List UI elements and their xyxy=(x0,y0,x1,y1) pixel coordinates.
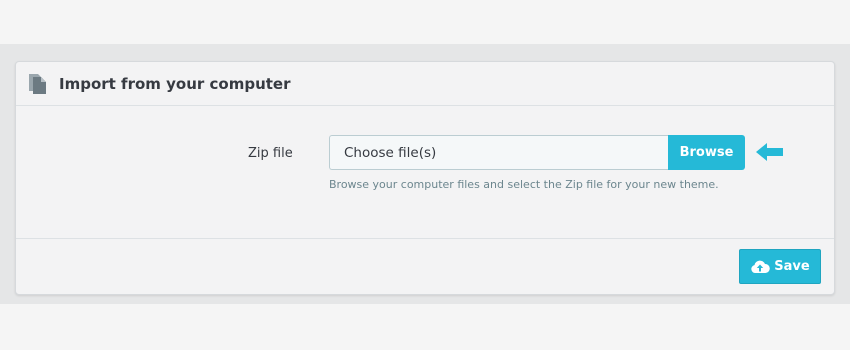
save-label: Save xyxy=(774,259,810,274)
zip-file-label: Zip file xyxy=(248,146,293,161)
arrow-left-icon xyxy=(756,143,783,161)
panel-footer: Save xyxy=(16,238,834,294)
panel-title: Import from your computer xyxy=(59,75,291,93)
save-button[interactable]: Save xyxy=(739,249,821,284)
panel-header: Import from your computer xyxy=(16,62,834,106)
cloud-upload-icon xyxy=(751,260,771,273)
help-text: Browse your computer files and select th… xyxy=(329,178,719,191)
import-panel: Import from your computer Zip file Choos… xyxy=(15,61,835,295)
browse-button[interactable]: Browse xyxy=(668,135,745,170)
file-input[interactable]: Choose file(s) xyxy=(329,135,669,170)
document-icon xyxy=(29,74,46,94)
